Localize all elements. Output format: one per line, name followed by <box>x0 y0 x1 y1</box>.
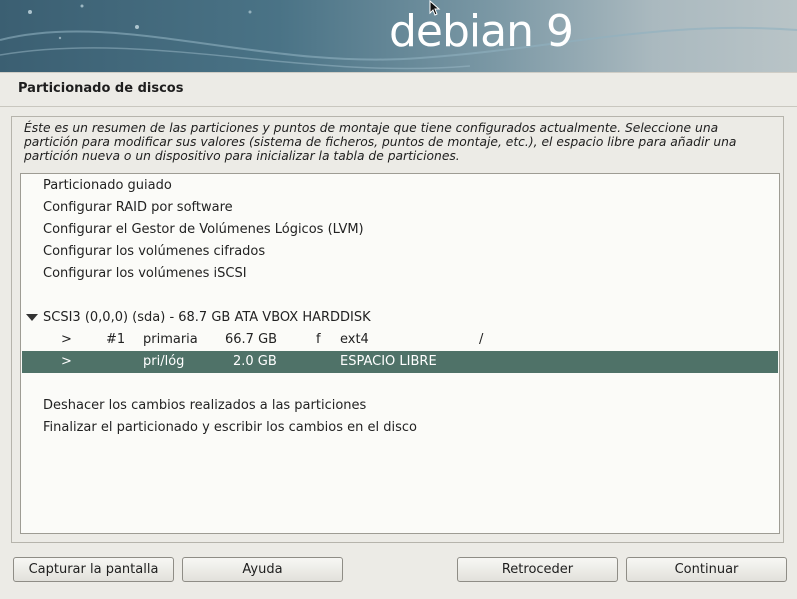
title-divider <box>0 106 797 107</box>
page-title: Particionado de discos <box>18 81 184 96</box>
menu-item-label: Configurar el Gestor de Volúmenes Lógico… <box>43 222 364 237</box>
debian-logo: debian 9 <box>389 6 574 57</box>
partition-type: primaria <box>143 332 198 347</box>
partition-mount: / <box>479 332 484 347</box>
menu-item-crypto[interactable]: Configurar los volúmenes cifrados <box>22 241 778 263</box>
description-text: Éste es un resumen de las particiones y … <box>24 121 737 163</box>
partition-arrow: > <box>61 354 72 369</box>
menu-item-label: Configurar los volúmenes iSCSI <box>43 266 247 281</box>
partition-fs: ESPACIO LIBRE <box>340 354 437 369</box>
screenshot-button[interactable]: Capturar la pantalla <box>13 557 174 582</box>
menu-item-finish[interactable]: Finalizar el particionado y escribir los… <box>22 417 778 439</box>
debian-banner: debian 9 <box>0 0 797 72</box>
menu-item-lvm[interactable]: Configurar el Gestor de Volúmenes Lógico… <box>22 219 778 241</box>
menu-item-label: Deshacer los cambios realizados a las pa… <box>43 398 367 413</box>
disk-row[interactable]: SCSI3 (0,0,0) (sda) - 68.7 GB ATA VBOX H… <box>22 307 778 329</box>
menu-item-iscsi[interactable]: Configurar los volúmenes iSCSI <box>22 263 778 285</box>
partition-row[interactable]: > #1 primaria 66.7 GB f ext4 / <box>22 329 778 351</box>
back-button[interactable]: Retroceder <box>457 557 618 582</box>
expand-triangle-icon[interactable] <box>26 314 38 321</box>
partition-size: 66.7 GB <box>225 332 278 347</box>
menu-item-label: Configurar los volúmenes cifrados <box>43 244 266 259</box>
help-button[interactable]: Ayuda <box>182 557 343 582</box>
banner-divider <box>0 72 797 73</box>
menu-item-undo[interactable]: Deshacer los cambios realizados a las pa… <box>22 395 778 417</box>
partition-flag: f <box>316 332 321 347</box>
free-space-row[interactable]: > pri/lóg 2.0 GB ESPACIO LIBRE <box>22 351 778 373</box>
menu-item-guided[interactable]: Particionado guiado <box>22 175 778 197</box>
menu-item-label: Particionado guiado <box>43 178 172 193</box>
menu-item-label: Configurar RAID por software <box>43 200 233 215</box>
partition-size: 2.0 GB <box>233 354 277 369</box>
partition-fs: ext4 <box>340 332 369 347</box>
menu-item-raid[interactable]: Configurar RAID por software <box>22 197 778 219</box>
partition-type: pri/lóg <box>143 354 185 369</box>
menu-item-label: Finalizar el particionado y escribir los… <box>43 420 417 435</box>
mouse-cursor-icon <box>429 0 441 16</box>
continue-button[interactable]: Continuar <box>626 557 787 582</box>
disk-label: SCSI3 (0,0,0) (sda) - 68.7 GB ATA VBOX H… <box>43 310 371 325</box>
partition-arrow: > <box>61 332 72 347</box>
partition-number: #1 <box>106 332 126 347</box>
partition-list[interactable]: Particionado guiado Configurar RAID por … <box>20 173 780 534</box>
